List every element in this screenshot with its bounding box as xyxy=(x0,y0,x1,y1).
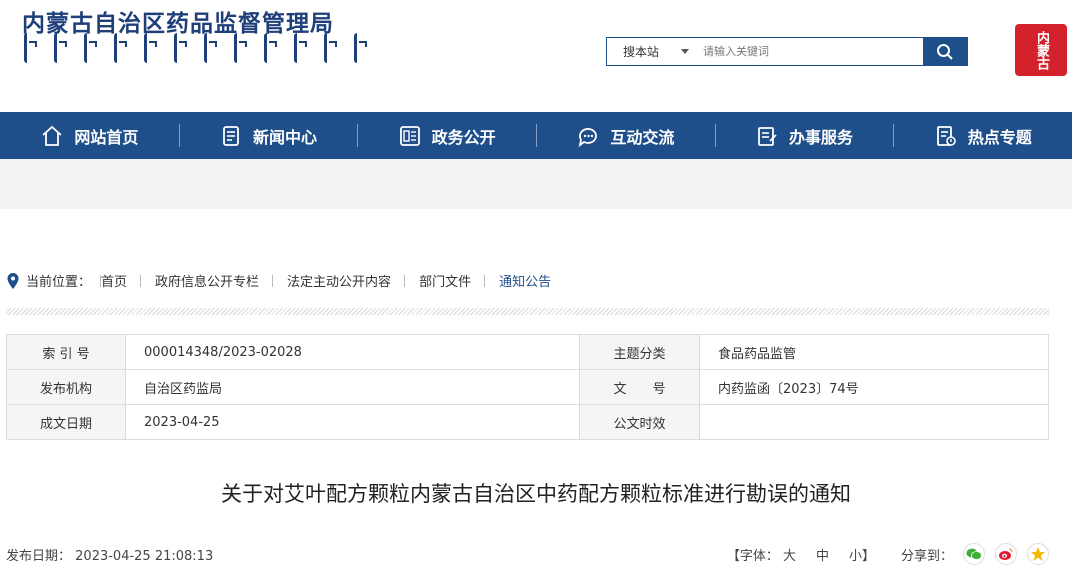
info-value: 自治区药监局 xyxy=(125,369,580,405)
nav-item-interaction[interactable]: 互动交流 xyxy=(536,112,715,159)
wechat-share-icon[interactable] xyxy=(963,543,985,565)
search-scope-select[interactable]: 搜本站 xyxy=(607,38,697,65)
nav-item-services[interactable]: 办事服务 xyxy=(714,112,894,159)
document-icon xyxy=(399,125,420,146)
chat-icon xyxy=(578,127,598,147)
info-label: 主题分类 xyxy=(579,334,700,370)
search-icon xyxy=(937,43,953,60)
search-box: 搜本站 xyxy=(606,37,968,66)
breadcrumb-current[interactable]: 通知公告 xyxy=(484,271,565,290)
table-row: 发布机构 自治区药监局 文 号 内药监函〔2023〕74号 xyxy=(6,369,1049,405)
info-value: 食品药品监管 xyxy=(699,334,1049,370)
search-scope-label: 搜本站 xyxy=(623,45,660,59)
nav-item-home[interactable]: 网站首页 xyxy=(0,112,179,159)
info-label: 索 引 号 xyxy=(6,334,126,370)
location-pin-icon xyxy=(7,272,19,289)
publish-label: 发布日期： xyxy=(6,548,72,564)
font-large-button[interactable]: 大 xyxy=(783,545,804,564)
breadcrumb-item[interactable]: 法定主动公开内容 xyxy=(272,271,405,290)
table-row: 成文日期 2023-04-25 公文时效 xyxy=(6,404,1049,440)
breadcrumb-item[interactable]: 政府信息公开专栏 xyxy=(140,271,273,290)
search-button[interactable] xyxy=(923,38,967,65)
caret-down-icon xyxy=(681,49,689,54)
nav-label: 网站首页 xyxy=(74,127,139,147)
info-label: 成文日期 xyxy=(6,404,126,440)
hatched-divider xyxy=(6,308,1049,315)
nav-item-topics[interactable]: 热点专题 xyxy=(893,112,1072,159)
home-icon xyxy=(42,125,62,146)
breadcrumb-item[interactable]: 部门文件 xyxy=(404,271,485,290)
info-value: 2023-04-25 xyxy=(125,404,580,440)
article-tools: 【字体： 大 中 小】 分享到： xyxy=(727,543,1049,565)
topic-icon xyxy=(936,125,956,146)
site-header: 内蒙古自治区药品监督管理局 搜本站 内蒙古 xyxy=(0,0,1072,112)
nav-item-news[interactable]: 新闻中心 xyxy=(178,112,358,159)
qzone-share-icon[interactable] xyxy=(1027,543,1049,565)
font-medium-button[interactable]: 中 xyxy=(808,545,837,564)
publish-info: 发布日期： 2023-04-25 21:08:13 xyxy=(6,545,213,564)
banner-band xyxy=(0,159,1072,209)
mongolian-script-logo xyxy=(24,33,367,63)
breadcrumb-prefix: 当前位置： xyxy=(26,275,92,290)
info-label: 发布机构 xyxy=(6,369,126,405)
info-label: 文 号 xyxy=(579,369,700,405)
info-label: 公文时效 xyxy=(579,404,700,440)
nav-item-gov-affairs[interactable]: 政务公开 xyxy=(357,112,536,159)
nav-label: 互动交流 xyxy=(610,127,675,147)
breadcrumb: 当前位置： 首页 政府信息公开专栏 法定主动公开内容 部门文件 通知公告 xyxy=(6,271,565,290)
weibo-share-icon[interactable] xyxy=(995,543,1017,565)
main-nav: 网站首页 新闻中心 政务公开 互动交流 办事服务 热点专题 xyxy=(0,112,1072,159)
font-small-button[interactable]: 小】 xyxy=(841,545,875,564)
breadcrumb-home[interactable]: 首页 xyxy=(100,271,141,290)
nav-label: 政务公开 xyxy=(431,127,496,147)
nav-label: 新闻中心 xyxy=(253,127,318,147)
table-row: 索 引 号 000014348/2023-02028 主题分类 食品药品监管 xyxy=(6,334,1049,370)
info-value: 内药监函〔2023〕74号 xyxy=(699,369,1049,405)
news-icon xyxy=(223,125,239,146)
info-value xyxy=(699,404,1049,440)
publish-date: 2023-04-25 21:08:13 xyxy=(75,548,214,564)
info-value: 000014348/2023-02028 xyxy=(125,334,580,370)
nav-label: 热点专题 xyxy=(967,127,1032,147)
share-label: 分享到： xyxy=(900,548,953,564)
font-size-label: 【字体： xyxy=(726,548,779,564)
article-title: 关于对艾叶配方颗粒内蒙古自治区中药配方颗粒标准进行勘误的通知 xyxy=(221,482,851,506)
document-info-table: 索 引 号 000014348/2023-02028 主题分类 食品药品监管 发… xyxy=(6,334,1049,440)
search-input[interactable] xyxy=(697,38,923,65)
service-icon xyxy=(758,126,777,146)
seal-logo: 内蒙古 xyxy=(1015,24,1067,76)
article-meta: 发布日期： 2023-04-25 21:08:13 【字体： 大 中 小】 分享… xyxy=(6,543,1049,565)
nav-label: 办事服务 xyxy=(789,127,854,147)
